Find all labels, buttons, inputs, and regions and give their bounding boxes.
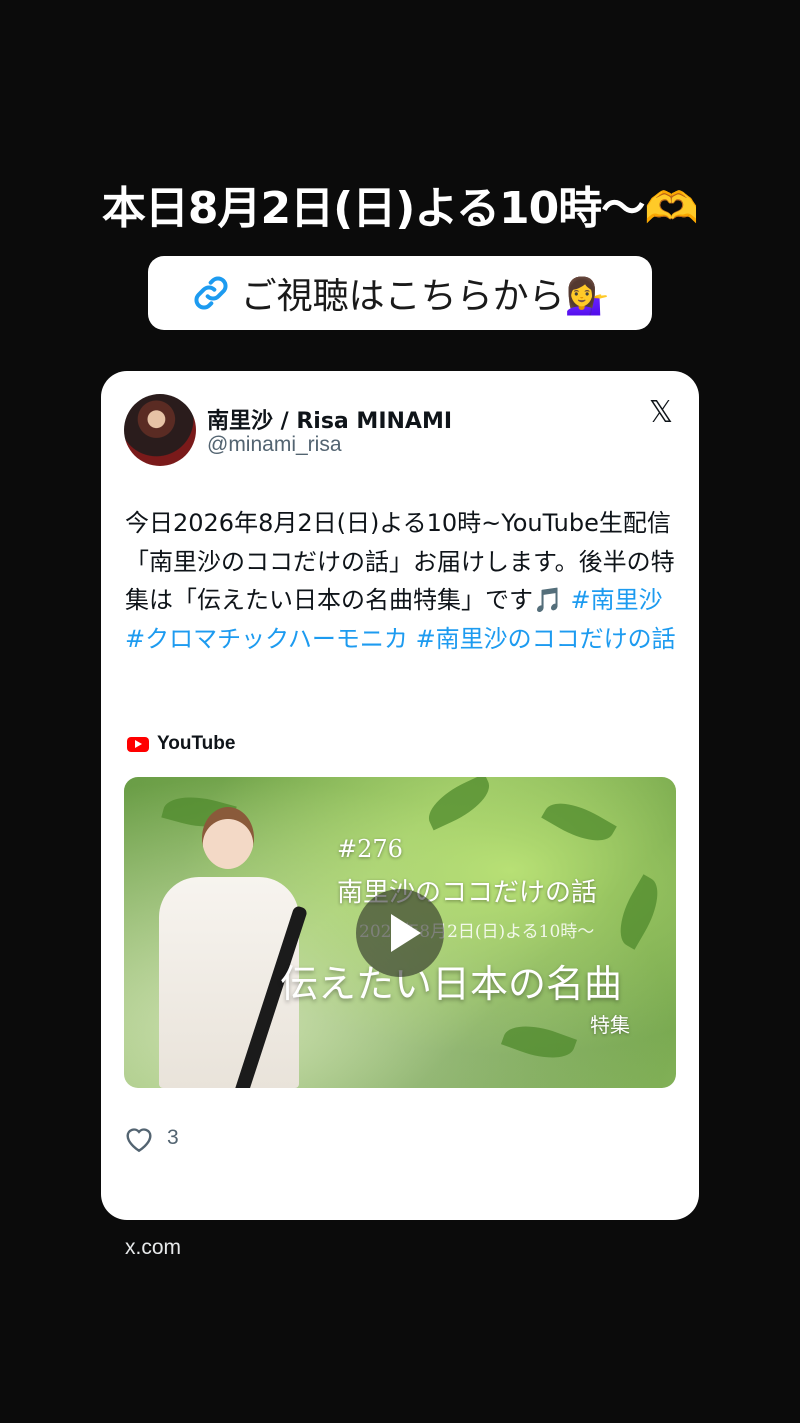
embed-source-label: YouTube bbox=[157, 733, 236, 754]
user-handle[interactable]: @minami_risa bbox=[207, 433, 342, 457]
leaf-decoration bbox=[420, 777, 498, 831]
performer-figure bbox=[144, 807, 309, 1088]
source-domain: x.com bbox=[125, 1236, 182, 1259]
embed-source[interactable]: YouTube bbox=[127, 733, 235, 755]
x-logo-icon[interactable]: 𝕏 bbox=[649, 395, 673, 430]
post-text: 今日2026年8月2日(日)よる10時~YouTube生配信「南里沙のココだけの… bbox=[125, 504, 677, 658]
youtube-icon bbox=[127, 736, 149, 752]
heart-icon bbox=[126, 1128, 152, 1153]
view-link-label: ご視聴はこちらから💁‍♀️ bbox=[240, 276, 610, 317]
like-count: 3 bbox=[167, 1126, 179, 1149]
video-title: 伝えたい日本の名曲 bbox=[280, 962, 623, 1006]
like-button[interactable]: 3 bbox=[123, 1123, 179, 1153]
post-card[interactable]: 南里沙 / Risa MINAMI @minami_risa 𝕏 今日2026年… bbox=[101, 371, 699, 1220]
leaf-decoration bbox=[608, 874, 670, 950]
video-subtitle: 特集 bbox=[590, 1013, 630, 1037]
hashtag-link[interactable]: #南里沙のココだけの話 bbox=[416, 625, 676, 653]
link-icon bbox=[194, 276, 228, 310]
headline: 本日8月2日(日)よる10時〜🫶 bbox=[101, 183, 699, 234]
view-link-button[interactable]: ご視聴はこちらから💁‍♀️ bbox=[148, 256, 652, 330]
play-button[interactable] bbox=[356, 889, 444, 977]
hashtag-link[interactable]: #南里沙 bbox=[571, 586, 663, 614]
avatar[interactable] bbox=[124, 394, 196, 466]
user-name[interactable]: 南里沙 / Risa MINAMI bbox=[207, 403, 452, 435]
leaf-decoration bbox=[541, 791, 617, 853]
video-episode: #276 bbox=[337, 835, 403, 863]
video-thumbnail[interactable]: #276 南里沙のココだけの話 2026年8月2日(日)よる10時〜 伝えたい日… bbox=[124, 777, 676, 1088]
leaf-decoration bbox=[500, 1015, 578, 1069]
hashtag-link[interactable]: #クロマチックハーモニカ bbox=[125, 625, 408, 653]
head-shape bbox=[202, 807, 254, 869]
